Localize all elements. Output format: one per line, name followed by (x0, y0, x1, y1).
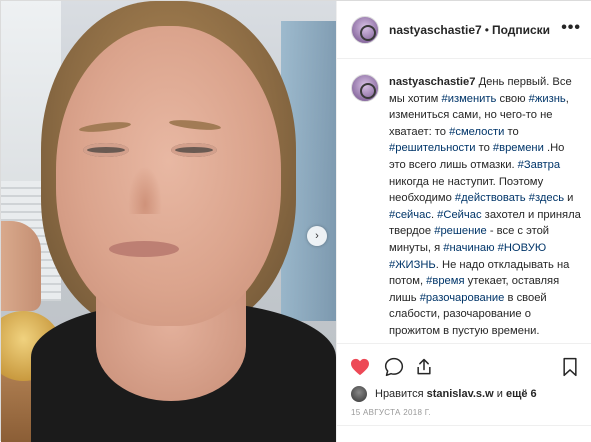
heart-icon (351, 358, 369, 376)
caption-segment: и (564, 192, 574, 205)
hashtag-link[interactable]: #решительности (389, 142, 475, 154)
hashtag-link[interactable]: #действовать (455, 192, 526, 204)
more-icon[interactable]: ••• (561, 19, 581, 37)
likes-and: и (496, 388, 503, 400)
photo-eye-right (171, 143, 217, 157)
hashtag-link[interactable]: #начинаю (443, 242, 494, 254)
comment-icon (384, 357, 404, 377)
likes-summary[interactable]: Нравится stanislav.s.w и ещё 6 (351, 384, 537, 404)
caption-segment: то (475, 142, 493, 155)
chevron-right-icon: › (315, 230, 319, 242)
caption-segment: свою (496, 92, 529, 105)
share-icon (417, 358, 431, 375)
hashtag-link[interactable]: #Сейчас (437, 209, 481, 221)
comments-section[interactable]: nastyaschastie7 День первый. Все мы хоти… (337, 60, 591, 342)
instagram-post-modal: › nastyaschastie7 • Подписки ••• nastyasch… (0, 0, 591, 442)
caption-author-avatar[interactable] (351, 74, 379, 102)
hashtag-link[interactable]: #сейчас (389, 209, 431, 221)
save-button[interactable] (559, 356, 581, 378)
hashtag-link[interactable]: #НОВУЮ (498, 242, 547, 254)
follow-button[interactable]: Подписки (492, 23, 550, 37)
post-header: nastyaschastie7 • Подписки ••• (337, 1, 591, 59)
caption-username[interactable]: nastyaschastie7 (389, 76, 475, 88)
hashtag-link[interactable]: #здесь (529, 192, 564, 204)
hashtag-link[interactable]: #времени (493, 142, 544, 154)
hashtag-link[interactable]: #Завтра (518, 159, 560, 171)
add-comment-area[interactable] (337, 425, 591, 442)
share-button[interactable] (413, 356, 435, 378)
photo-face (56, 26, 281, 326)
hashtag-link[interactable]: #ЖИЗНЬ (389, 259, 436, 271)
author-username[interactable]: nastyaschastie7 (389, 23, 482, 37)
post-date[interactable]: 15 АВГУСТА 2018 Г. (351, 408, 431, 417)
post-caption: nastyaschastie7 День первый. Все мы хоти… (389, 74, 583, 342)
liker-avatar (351, 386, 367, 402)
hashtag-link[interactable]: #разочарование (420, 292, 505, 304)
hashtag-link[interactable]: #жизнь (529, 93, 566, 105)
likes-more[interactable]: ещё 6 (506, 388, 537, 400)
hashtag-link[interactable]: #решение (434, 225, 487, 237)
photo-mouth (109, 241, 179, 257)
caption-text: День первый. Все мы хотим #изменить свою… (389, 76, 581, 342)
author-avatar[interactable] (351, 16, 379, 44)
next-photo-button[interactable]: › (307, 226, 327, 246)
photo-nose (128, 166, 162, 214)
photo-bg-arm (1, 221, 41, 311)
comment-button[interactable] (383, 356, 405, 378)
hashtag-link[interactable]: #время (426, 275, 464, 287)
author-line: nastyaschastie7 • Подписки (389, 23, 550, 37)
liker-username[interactable]: stanislav.s.w (427, 388, 494, 400)
caption-segment: то (504, 125, 519, 138)
hashtag-link[interactable]: #смелости (449, 126, 504, 138)
separator-dot: • (484, 23, 489, 37)
hashtag-link[interactable]: #изменить (441, 93, 496, 105)
photo-eye-left (83, 143, 129, 157)
caption-segment: Да, сложно, очень сложно, но возможно. (389, 342, 543, 343)
like-button[interactable] (349, 356, 371, 378)
post-side-panel: nastyaschastie7 • Подписки ••• nastyaschas… (336, 1, 591, 442)
likes-prefix: Нравится (375, 388, 424, 400)
bookmark-icon (563, 357, 577, 377)
post-photo[interactable] (1, 1, 336, 442)
